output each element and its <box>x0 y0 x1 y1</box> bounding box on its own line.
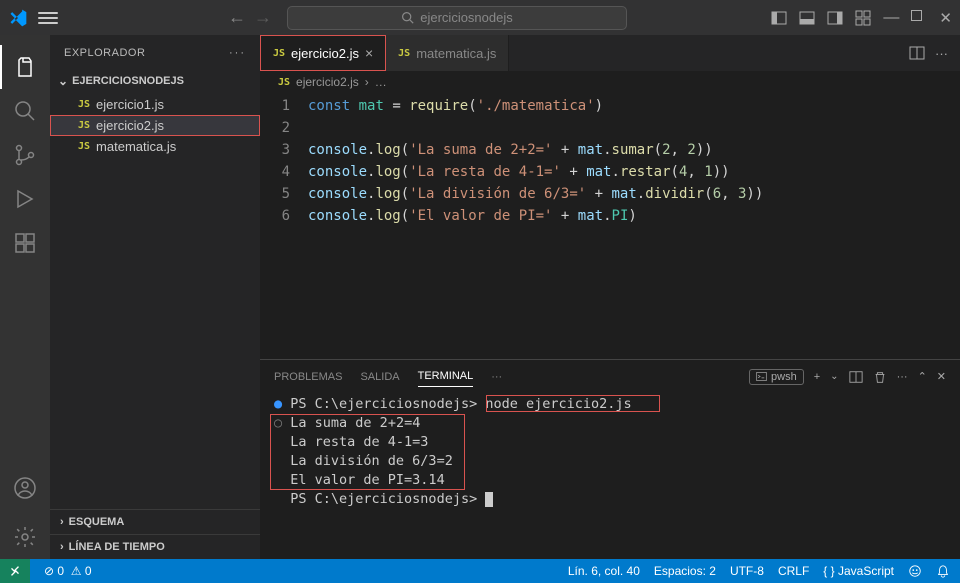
editor-tabs: JS ejercicio2.js × JS matematica.js ··· <box>260 35 960 71</box>
activity-bar <box>0 35 50 559</box>
timeline-section-header[interactable]: ›LÍNEA DE TIEMPO <box>50 534 260 559</box>
prompt: PS C:\ejerciciosnodejs> <box>290 396 477 412</box>
activity-search[interactable] <box>0 89 50 133</box>
code-editor[interactable]: 123456 const mat = require('./matematica… <box>260 93 960 359</box>
status-spaces[interactable]: Espacios: 2 <box>654 564 716 578</box>
breadcrumb[interactable]: JS ejercicio2.js › … <box>260 71 960 93</box>
terminal-kill-icon[interactable] <box>873 370 887 384</box>
search-icon <box>401 11 414 24</box>
status-language[interactable]: { } JavaScript <box>823 564 894 578</box>
nav-forward-button[interactable]: → <box>254 7 272 28</box>
window-minimize-button[interactable]: — <box>883 9 899 27</box>
file-label: matematica.js <box>96 139 176 154</box>
remote-button[interactable] <box>0 559 30 583</box>
shell-name: pwsh <box>771 371 797 383</box>
file-item-ejercicio1[interactable]: JS ejercicio1.js <box>50 94 260 115</box>
status-bar: ⊘ 0 ⚠ 0 Lín. 6, col. 40 Espacios: 2 UTF-… <box>0 559 960 583</box>
terminal-new-button[interactable]: + <box>814 371 820 383</box>
file-item-ejercicio2[interactable]: JS ejercicio2.js <box>50 115 260 136</box>
terminal-dropdown-button[interactable]: ⌄ <box>830 371 838 382</box>
activity-explorer[interactable] <box>0 45 50 89</box>
timeline-label: LÍNEA DE TIEMPO <box>69 541 165 553</box>
tab-ejercicio2[interactable]: JS ejercicio2.js × <box>260 35 386 71</box>
status-feedback-icon[interactable] <box>908 564 922 578</box>
status-problems[interactable]: ⊘ 0 ⚠ 0 <box>44 564 92 578</box>
status-eol[interactable]: CRLF <box>778 564 809 578</box>
terminal-cursor <box>485 492 493 507</box>
title-bar: ← → ejerciciosnodejs — ✕ <box>0 0 960 35</box>
terminal-more-button[interactable]: ··· <box>897 371 908 383</box>
activity-settings[interactable] <box>0 515 50 559</box>
bottom-panel: PROBLEMAS SALIDA TERMINAL ··· pwsh + ⌄ ·… <box>260 359 960 559</box>
file-item-matematica[interactable]: JS matematica.js <box>50 136 260 157</box>
file-label: ejercicio2.js <box>96 118 164 133</box>
js-file-icon: JS <box>78 120 90 131</box>
terminal-shell-selector[interactable]: pwsh <box>749 369 804 385</box>
js-file-icon: JS <box>278 77 290 88</box>
prompt: PS C:\ejerciciosnodejs> <box>290 491 477 507</box>
terminal-content[interactable]: ● PS C:\ejerciciosnodejs> node ejercicio… <box>260 393 960 511</box>
editor-more-button[interactable]: ··· <box>935 46 948 61</box>
terminal-icon <box>756 371 767 382</box>
activity-run-debug[interactable] <box>0 177 50 221</box>
line-gutter: 123456 <box>260 95 308 359</box>
js-file-icon: JS <box>78 99 90 110</box>
explorer-sidebar: EXPLORADOR ··· ⌄ EJERCICIOSNODEJS JS eje… <box>50 35 260 559</box>
layout-customize-icon[interactable] <box>855 10 871 26</box>
window-close-button[interactable]: ✕ <box>939 9 952 27</box>
code-content: const mat = require('./matematica') cons… <box>308 95 960 359</box>
terminal-split-icon[interactable] <box>849 370 863 384</box>
breadcrumb-file: ejercicio2.js <box>296 75 359 89</box>
nav-back-button[interactable]: ← <box>228 7 246 28</box>
window-maximize-button[interactable] <box>911 10 927 26</box>
app-menu-button[interactable] <box>38 12 58 24</box>
panel-tab-output[interactable]: SALIDA <box>360 367 399 387</box>
outline-section-header[interactable]: ›ESQUEMA <box>50 510 260 534</box>
js-file-icon: JS <box>398 48 410 59</box>
panel-maximize-button[interactable]: ⌃ <box>918 370 927 383</box>
status-notifications-icon[interactable] <box>936 564 950 578</box>
breadcrumb-more: … <box>375 75 387 89</box>
annotation-box <box>270 414 465 490</box>
activity-extensions[interactable] <box>0 221 50 265</box>
status-encoding[interactable]: UTF-8 <box>730 564 764 578</box>
tab-close-button[interactable]: × <box>365 45 373 61</box>
outline-label: ESQUEMA <box>69 516 125 528</box>
layout-left-icon[interactable] <box>771 10 787 26</box>
annotation-box <box>486 395 660 412</box>
command-center[interactable]: ejerciciosnodejs <box>287 6 627 30</box>
tab-matematica[interactable]: JS matematica.js <box>386 35 509 71</box>
search-placeholder: ejerciciosnodejs <box>420 10 513 25</box>
file-label: ejercicio1.js <box>96 97 164 112</box>
folder-header[interactable]: ⌄ EJERCICIOSNODEJS <box>50 70 260 92</box>
explorer-title: EXPLORADOR <box>64 47 145 59</box>
vscode-logo-icon <box>8 8 28 28</box>
tab-label: ejercicio2.js <box>291 46 359 61</box>
js-file-icon: JS <box>273 48 285 59</box>
activity-account[interactable] <box>0 466 50 510</box>
activity-source-control[interactable] <box>0 133 50 177</box>
folder-name: EJERCICIOSNODEJS <box>72 75 184 87</box>
layout-right-icon[interactable] <box>827 10 843 26</box>
panel-tab-problems[interactable]: PROBLEMAS <box>274 367 342 387</box>
panel-tab-more[interactable]: ··· <box>491 367 502 387</box>
explorer-more-button[interactable]: ··· <box>229 47 246 59</box>
status-cursor-position[interactable]: Lín. 6, col. 40 <box>568 564 640 578</box>
js-file-icon: JS <box>78 141 90 152</box>
tab-label: matematica.js <box>416 46 496 61</box>
split-editor-icon[interactable] <box>909 45 925 61</box>
layout-bottom-icon[interactable] <box>799 10 815 26</box>
panel-close-button[interactable]: ✕ <box>937 370 946 383</box>
breadcrumb-sep: › <box>365 75 369 89</box>
panel-tab-terminal[interactable]: TERMINAL <box>418 366 474 387</box>
